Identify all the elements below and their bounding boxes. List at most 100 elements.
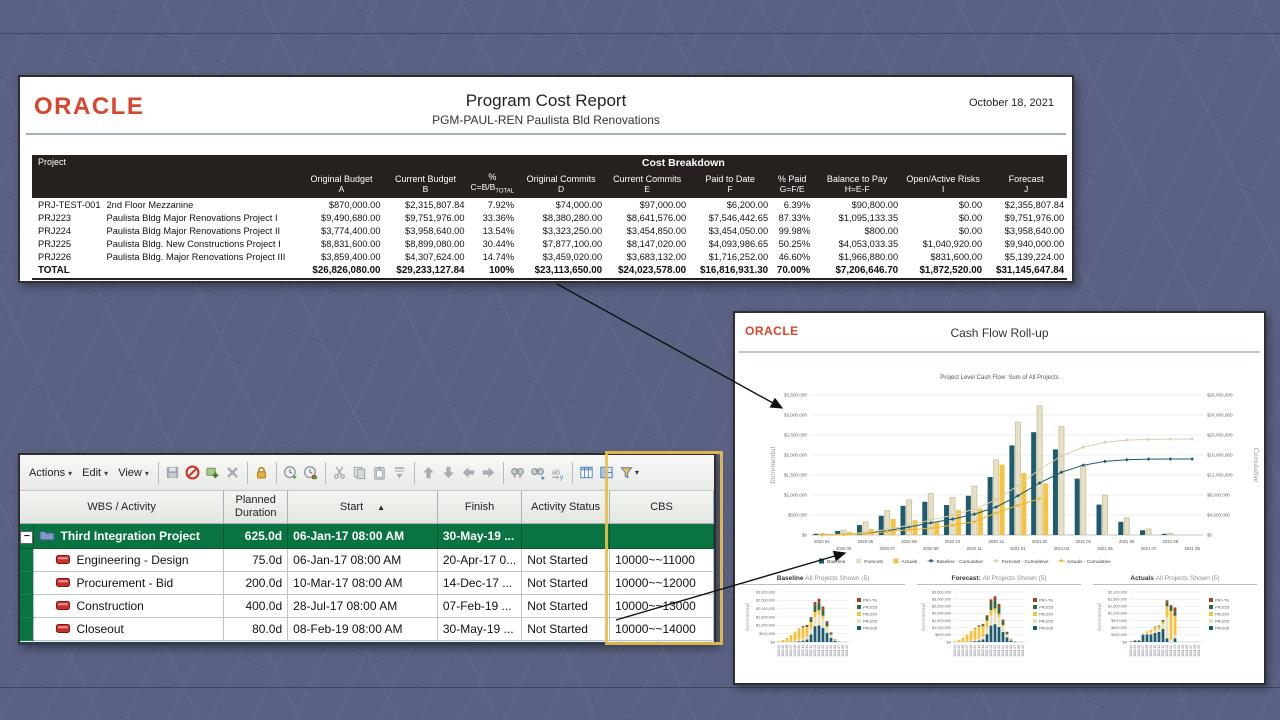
planned-duration-cell[interactable]: 200.0d — [224, 572, 288, 595]
toolbar-separator — [276, 462, 277, 484]
toolbar-find-icon[interactable] — [509, 464, 527, 482]
activity-row[interactable]: Procurement - Bid200.0d10-Mar-17 08:00 A… — [20, 572, 714, 595]
toolbar-layout-icon[interactable] — [598, 464, 616, 482]
filter-dropdown-caret[interactable]: ▾ — [635, 468, 639, 477]
toolbar-move-up-icon[interactable] — [420, 464, 438, 482]
toolbar-delete-icon[interactable] — [224, 464, 242, 482]
cost-value: $4,053,033.35 — [813, 237, 901, 250]
start-cell[interactable]: 28-Jul-17 08:00 AM — [288, 595, 438, 618]
svg-text:2021 09: 2021 09 — [845, 645, 849, 657]
finish-cell[interactable]: 30-May-19 ... — [437, 618, 521, 641]
toolbar-move-left-icon[interactable] — [460, 464, 478, 482]
activity-status-cell[interactable]: Not Started — [522, 618, 610, 641]
column-header-planned-duration[interactable]: Planned Duration — [224, 491, 288, 524]
wbs-activity-name[interactable]: Third Integration Project — [34, 524, 224, 549]
toolbar-lock-icon[interactable] — [253, 464, 271, 482]
activity-status-cell[interactable]: Not Started — [522, 572, 610, 595]
planned-duration-cell[interactable]: 80.0d — [224, 618, 288, 641]
activity-status-cell[interactable]: Not Started — [522, 595, 610, 618]
column-header-finish[interactable]: Finish — [437, 491, 521, 524]
toolbar-replace-icon[interactable]: aby — [549, 464, 567, 482]
svg-text:2021 09: 2021 09 — [1021, 645, 1025, 657]
mini-chart-title: Baseline All Projects Shown (5) — [741, 575, 905, 585]
mini-chart-forecast: Forecast: All Projects Shown (5)$0$500,0… — [913, 575, 1085, 683]
wbs-project-row[interactable]: −Third Integration Project625.0d06-Jan-1… — [20, 524, 714, 549]
column-header: Current BudgetB — [384, 170, 468, 198]
toolbar-schedule-icon[interactable] — [282, 464, 300, 482]
activity-row[interactable]: Construction400.0d28-Jul-17 08:00 AM07-F… — [20, 595, 714, 618]
project-id: PRJ225 — [32, 237, 104, 250]
activity-status-cell[interactable] — [522, 524, 610, 549]
planned-duration-cell[interactable]: 400.0d — [224, 595, 288, 618]
column-header-start[interactable]: Start▲ — [288, 491, 438, 524]
column-header-activity-status[interactable]: Activity Status — [522, 491, 610, 524]
toolbar-schedule-global-icon[interactable] — [302, 464, 320, 482]
toolbar-columns-icon[interactable] — [578, 464, 596, 482]
finish-cell[interactable]: 20-Apr-17 0... — [437, 549, 521, 572]
planned-duration-cell[interactable]: 75.0d — [224, 549, 288, 572]
toolbar-find-next-icon[interactable] — [529, 464, 547, 482]
column-header-cbs[interactable]: CBS — [610, 491, 714, 524]
cost-value: 30.44% — [468, 237, 518, 250]
planned-duration-cell[interactable]: 625.0d — [224, 524, 288, 549]
start-cell[interactable]: 06-Jan-17 08:00 AM — [288, 549, 438, 572]
header-divider — [739, 351, 1260, 353]
cbs-cell[interactable]: 10000~~11000 — [610, 549, 714, 572]
toolbar-add-row-icon[interactable] — [204, 464, 222, 482]
cost-value: $6,200.00 — [689, 198, 771, 211]
finish-cell[interactable]: 30-May-19 ... — [437, 524, 521, 549]
activity-row[interactable]: Closeout80.0d08-Feb-19 08:00 AM30-May-19… — [20, 618, 714, 641]
activity-row[interactable]: Engineering - Design75.0d06-Jan-17 08:00… — [20, 549, 714, 572]
cbs-cell[interactable]: 10000~~14000 — [610, 618, 714, 641]
cost-value: $3,323,250.00 — [517, 224, 605, 237]
start-cell[interactable]: 06-Jan-17 08:00 AM — [288, 524, 438, 549]
toolbar-move-right-icon[interactable] — [480, 464, 498, 482]
svg-text:PRJ226: PRJ226 — [863, 626, 878, 631]
chevron-down-icon: ▾ — [145, 469, 149, 478]
toolbar-fill-down-icon[interactable] — [391, 464, 409, 482]
activity-status-cell[interactable]: Not Started — [522, 549, 610, 572]
cost-value: $9,751,976.00 — [985, 211, 1067, 224]
column-header: Paid to DateF — [689, 170, 771, 198]
wbs-activity-name[interactable]: Engineering - Design — [34, 549, 224, 572]
wbs-activity-name[interactable]: Construction — [34, 595, 224, 618]
svg-text:$1,000,000: $1,000,000 — [756, 624, 775, 628]
toolbar-paste-icon[interactable] — [371, 464, 389, 482]
cost-value: $4,093,986.65 — [689, 237, 771, 250]
start-cell[interactable]: 08-Feb-19 08:00 AM — [288, 618, 438, 641]
svg-text:2020 12: 2020 12 — [988, 539, 1004, 544]
column-header-wbs-activity[interactable]: WBS / Activity — [20, 491, 224, 524]
svg-text:PRJ224: PRJ224 — [863, 612, 878, 617]
menu-view[interactable]: View ▾ — [118, 467, 149, 479]
toolbar-ban-icon[interactable] — [184, 464, 202, 482]
finish-cell[interactable]: 14-Dec-17 ... — [437, 572, 521, 595]
svg-text:PRJ225: PRJ225 — [863, 619, 878, 624]
menu-edit[interactable]: Edit ▾ — [82, 467, 108, 479]
cbs-cell[interactable] — [610, 524, 714, 549]
cost-value: $0.00 — [901, 224, 985, 237]
cost-value: $24,023,578.00 — [605, 263, 689, 279]
cost-breakdown-table: ProjectCost BreakdownOriginal BudgetACur… — [32, 155, 1067, 280]
toolbar-save-icon[interactable] — [164, 464, 182, 482]
wbs-activity-name[interactable]: Procurement - Bid — [34, 572, 224, 595]
start-cell[interactable]: 10-Mar-17 08:00 AM — [288, 572, 438, 595]
cbs-cell[interactable]: 10000~~13000 — [610, 595, 714, 618]
collapse-minus-icon[interactable]: − — [20, 531, 33, 544]
toolbar-copy-icon[interactable] — [351, 464, 369, 482]
svg-text:Incremental: Incremental — [745, 603, 751, 632]
wbs-activity-name[interactable]: Closeout — [34, 618, 224, 641]
menu-actions[interactable]: Actions ▾ — [29, 467, 72, 479]
cbs-cell[interactable]: 10000~~12000 — [610, 572, 714, 595]
finish-cell[interactable]: 07-Feb-19 ... — [437, 595, 521, 618]
mini-chart-title: Forecast: All Projects Shown (5) — [917, 575, 1081, 585]
collapse-toggle[interactable]: − — [20, 524, 34, 549]
cost-value: $3,454,850.00 — [605, 224, 689, 237]
svg-text:2020 10: 2020 10 — [945, 539, 961, 544]
cost-value: $74,000.00 — [517, 198, 605, 211]
toolbar-move-down-icon[interactable] — [440, 464, 458, 482]
mini-chart-baseline: Baseline All Projects Shown (5)$0$500,00… — [737, 575, 909, 683]
toolbar-separator — [247, 462, 248, 484]
toolbar-cut-icon[interactable] — [331, 464, 349, 482]
svg-text:$1,500,000: $1,500,000 — [1108, 605, 1127, 609]
toolbar-filter-icon[interactable] — [618, 464, 636, 482]
